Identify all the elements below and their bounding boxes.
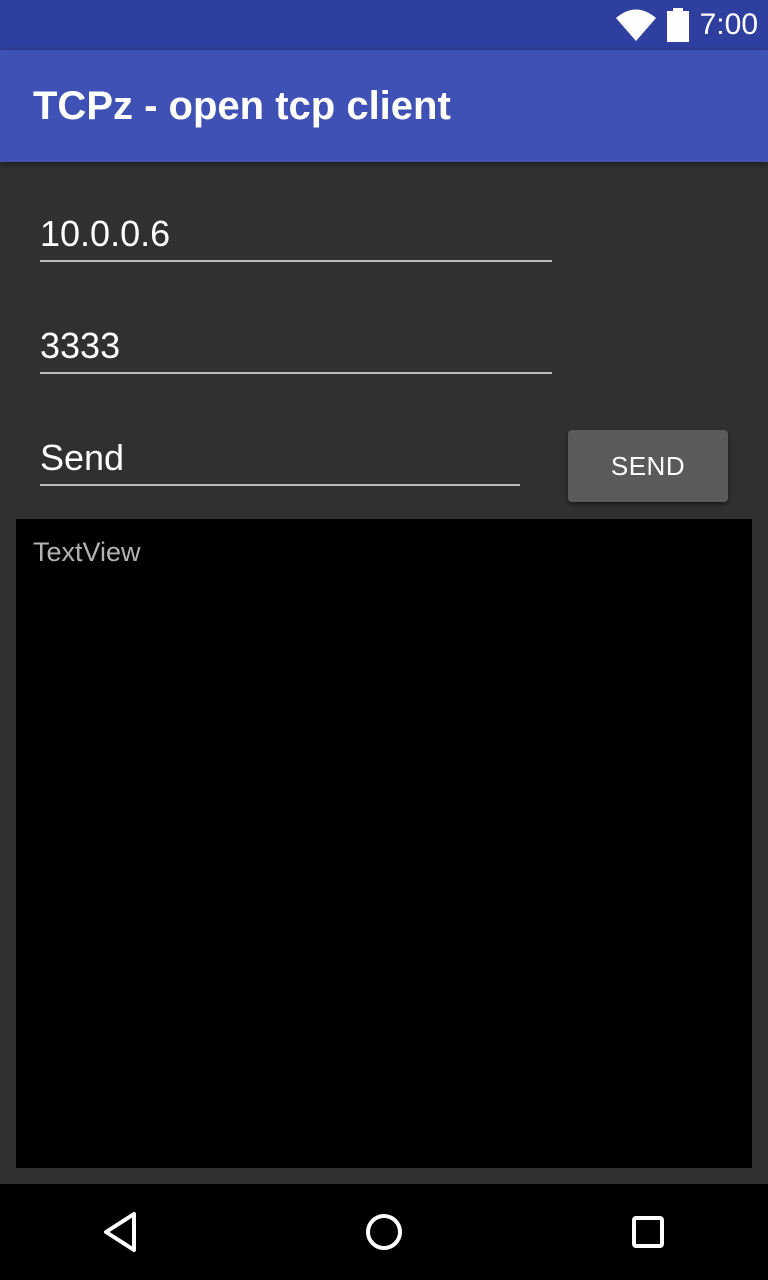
recents-button[interactable]	[588, 1184, 708, 1280]
back-button[interactable]	[60, 1184, 180, 1280]
output-panel: TextView	[16, 519, 752, 1168]
port-field[interactable]: 3333	[40, 318, 552, 374]
send-button[interactable]: SEND	[568, 430, 728, 502]
app-title: TCPz - open tcp client	[33, 84, 451, 128]
message-field-value: Send	[40, 437, 125, 478]
send-button-label: SEND	[610, 450, 686, 481]
wifi-icon	[615, 9, 656, 41]
home-icon	[366, 1214, 402, 1250]
nav-bar	[0, 1184, 768, 1280]
back-icon	[104, 1212, 136, 1252]
status-icons: 7:00	[615, 0, 758, 50]
host-field-value: 10.0.0.6	[40, 213, 171, 254]
host-field[interactable]: 10.0.0.6	[40, 206, 552, 262]
app-bar: TCPz - open tcp client	[0, 50, 768, 162]
port-field-value: 3333	[40, 325, 121, 366]
message-field[interactable]: Send	[40, 430, 520, 486]
output-text: TextView	[33, 537, 141, 567]
status-time: 7:00	[699, 8, 758, 41]
recents-icon	[632, 1216, 664, 1248]
home-button[interactable]	[324, 1184, 444, 1280]
battery-icon	[666, 8, 689, 42]
status-bar: 7:00	[0, 0, 768, 50]
